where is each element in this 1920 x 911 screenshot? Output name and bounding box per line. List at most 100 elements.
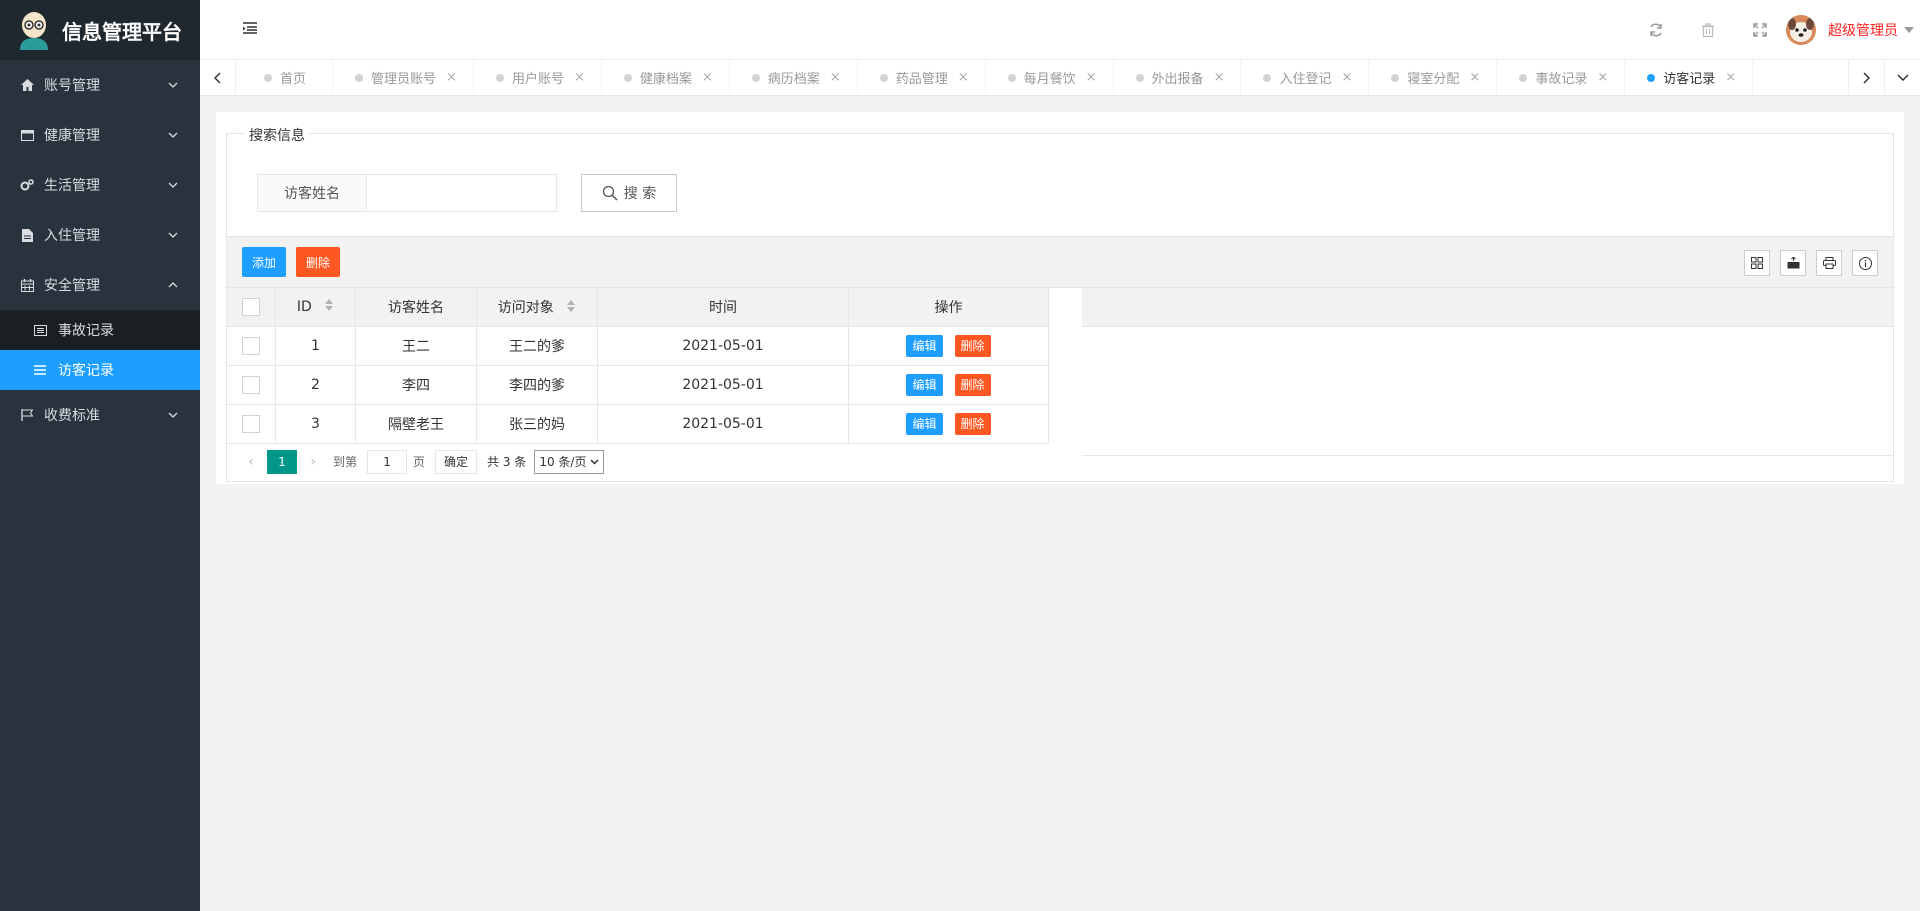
flag-icon [20, 408, 34, 422]
sidebar-subitem-visitors[interactable]: 访客记录 [0, 350, 200, 390]
tabs-menu-chevron-down-icon[interactable] [1884, 59, 1920, 96]
tab-item[interactable]: 用户账号 × [474, 59, 602, 96]
sidebar-item-life[interactable]: 生活管理 [0, 160, 200, 210]
edit-button[interactable]: 编辑 [906, 413, 943, 435]
search-button-label: 搜 索 [623, 186, 657, 202]
tab-item[interactable]: 首页 [236, 59, 334, 96]
user-name[interactable]: 超级管理员 [1828, 20, 1898, 40]
prev-page-icon[interactable]: ‹ [241, 454, 261, 470]
tab-close-icon[interactable]: × [830, 70, 841, 85]
tab-label: 药品管理 [895, 72, 948, 87]
col-actions-label: 操作 [934, 300, 963, 316]
chevron-down-icon [166, 408, 180, 422]
tab-item[interactable]: 每月餐饮 × [986, 59, 1114, 96]
tab-close-icon[interactable]: × [1725, 70, 1736, 85]
tab-item[interactable]: 管理员账号 × [333, 59, 474, 96]
print-icon[interactable] [1816, 250, 1842, 276]
logo-icon [16, 10, 52, 50]
tab-item[interactable]: 事故记录 × [1497, 59, 1626, 96]
tab-label: 病历档案 [767, 72, 820, 87]
total-count: 共 3 条 [487, 455, 527, 469]
sidebar-item-checkin[interactable]: 入住管理 [0, 210, 200, 260]
tab-label: 首页 [280, 72, 307, 87]
tab-close-icon[interactable]: × [446, 70, 457, 85]
export-icon[interactable] [1780, 250, 1806, 276]
chevron-down-icon [166, 128, 180, 142]
select-all-checkbox[interactable] [242, 298, 260, 316]
logo-area[interactable]: 信息管理平台 [0, 0, 200, 60]
sidebar-item-accounts[interactable]: 账号管理 [0, 60, 200, 110]
col-visit-target[interactable]: 访问对象 [476, 287, 598, 327]
visitor-table: ID 访客姓名 访问对象 时间 操作 1 王二 王二的爹 2021-05-01 … [226, 287, 1049, 444]
sidebar-item-fees[interactable]: 收费标准 [0, 390, 200, 440]
trash-icon[interactable] [1682, 0, 1734, 60]
columns-filter-icon[interactable] [1744, 250, 1770, 276]
cell-id: 2 [275, 365, 356, 405]
cell-visit-target: 王二的爹 [476, 326, 598, 366]
tab-close-icon[interactable]: × [1597, 70, 1608, 85]
fullscreen-icon[interactable] [1734, 0, 1786, 60]
goto-page-input[interactable]: 1 [367, 449, 408, 474]
goto-prefix: 到第 [333, 455, 358, 469]
caret-down-icon[interactable] [1904, 24, 1916, 36]
sidebar-subitem-label: 访客记录 [58, 363, 114, 379]
tab-close-icon[interactable]: × [1469, 70, 1480, 85]
page-size-select[interactable]: 10 条/页 [534, 449, 605, 474]
tab-item[interactable]: 入住登记 × [1241, 59, 1370, 96]
tab-item[interactable]: 寝室分配 × [1369, 59, 1498, 96]
row-select-cell [226, 326, 276, 366]
sidebar-subitem-accidents[interactable]: 事故记录 [0, 310, 200, 350]
col-actions: 操作 [848, 287, 1049, 327]
tab-close-icon[interactable]: × [702, 70, 713, 85]
row-delete-button[interactable]: 删除 [954, 413, 991, 435]
avatar[interactable] [1786, 15, 1816, 45]
sort-icon[interactable] [324, 299, 334, 315]
edit-button[interactable]: 编辑 [906, 374, 943, 396]
row-delete-button[interactable]: 删除 [954, 374, 991, 396]
table-row: 2 李四 李四的爹 2021-05-01 编辑 删除 [226, 365, 1049, 405]
delete-button[interactable]: 删除 [296, 247, 341, 277]
tabs-scroll-right-icon[interactable] [1848, 59, 1884, 96]
collapse-menu-icon[interactable] [242, 21, 260, 39]
visitor-name-input[interactable] [367, 174, 557, 212]
row-checkbox[interactable] [242, 337, 260, 355]
refresh-icon[interactable] [1630, 0, 1682, 60]
tab-dot-icon [1263, 73, 1272, 82]
search-button[interactable]: 搜 索 [581, 174, 677, 212]
tab-close-icon[interactable]: × [958, 70, 969, 85]
sidebar-item-health[interactable]: 健康管理 [0, 110, 200, 160]
sidebar-item-security[interactable]: 安全管理 [0, 260, 200, 310]
add-button[interactable]: 添加 [242, 247, 287, 277]
tab-item[interactable]: 访客记录 × [1625, 59, 1754, 96]
goto-confirm-button[interactable]: 确定 [435, 449, 478, 474]
tab-close-icon[interactable]: × [574, 70, 585, 85]
tab-close-icon[interactable]: × [1214, 70, 1225, 85]
edit-button[interactable]: 编辑 [906, 335, 943, 357]
row-delete-button[interactable]: 删除 [954, 335, 991, 357]
tab-item[interactable]: 药品管理 × [858, 59, 986, 96]
sidebar-item-label: 账号管理 [44, 78, 100, 94]
row-checkbox[interactable] [242, 415, 260, 433]
sort-icon[interactable] [566, 300, 576, 316]
tabs-scroll-left-icon[interactable] [200, 59, 236, 96]
tab-close-icon[interactable]: × [1341, 70, 1352, 85]
info-icon[interactable] [1852, 250, 1878, 276]
next-page-icon[interactable]: › [303, 454, 323, 470]
current-page[interactable]: 1 [267, 449, 297, 474]
pagination: ‹ 1 › 到第 1 页 确定 共 3 条 10 条/页 [226, 442, 1894, 482]
row-checkbox[interactable] [242, 376, 260, 394]
tab-item[interactable]: 外出报备 × [1114, 59, 1242, 96]
tab-close-icon[interactable]: × [1086, 70, 1097, 85]
table-row: 3 隔壁老王 张三的妈 2021-05-01 编辑 删除 [226, 404, 1049, 444]
tab-label: 访客记录 [1663, 72, 1716, 87]
document-icon [20, 228, 34, 242]
col-id[interactable]: ID [275, 287, 356, 327]
sidebar-item-label: 健康管理 [44, 128, 100, 144]
tab-item[interactable]: 病历档案 × [730, 59, 858, 96]
search-icon [602, 185, 618, 201]
row-select-cell [226, 365, 276, 405]
tab-label: 健康档案 [639, 72, 692, 87]
col-id-label: ID [296, 299, 312, 315]
tab-item[interactable]: 健康档案 × [602, 59, 730, 96]
row-select-cell [226, 404, 276, 444]
